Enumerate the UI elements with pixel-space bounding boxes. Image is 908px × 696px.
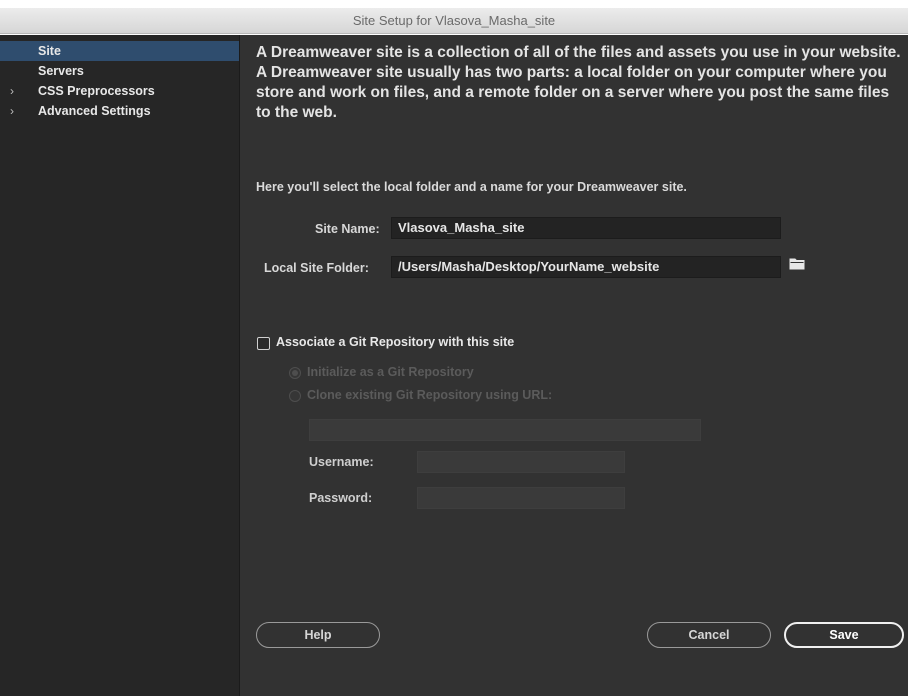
sidebar-item-label: CSS Preprocessors: [38, 84, 155, 98]
sidebar-item-label: Advanced Settings: [38, 104, 151, 118]
chevron-right-icon[interactable]: ›: [10, 81, 14, 101]
sidebar-item-advanced-settings[interactable]: › Advanced Settings: [0, 101, 239, 121]
sidebar: Site Servers › CSS Preprocessors › Advan…: [0, 35, 240, 696]
save-button[interactable]: Save: [784, 622, 904, 648]
site-name-input[interactable]: Vlasova_Masha_site: [391, 217, 781, 239]
cancel-button[interactable]: Cancel: [647, 622, 771, 648]
password-label: Password:: [309, 491, 373, 505]
sidebar-item-label: Site: [38, 44, 61, 58]
sidebar-item-servers[interactable]: Servers: [0, 61, 239, 81]
sidebar-item-label: Servers: [38, 64, 84, 78]
git-url-input[interactable]: [309, 419, 701, 441]
local-folder-input[interactable]: /Users/Masha/Desktop/YourName_website: [391, 256, 781, 278]
sidebar-list: Site Servers › CSS Preprocessors › Advan…: [0, 35, 239, 121]
chevron-right-icon[interactable]: ›: [10, 101, 14, 121]
instruction-text: Here you'll select the local folder and …: [256, 180, 687, 194]
git-checkbox[interactable]: [257, 337, 270, 350]
site-name-label: Site Name:: [315, 222, 380, 236]
username-input[interactable]: [417, 451, 625, 473]
site-setup-dialog: Site Servers › CSS Preprocessors › Advan…: [0, 35, 908, 696]
password-input[interactable]: [417, 487, 625, 509]
sidebar-item-css-preprocessors[interactable]: › CSS Preprocessors: [0, 81, 239, 101]
username-label: Username:: [309, 455, 374, 469]
radio-clone-label: Clone existing Git Repository using URL:: [307, 388, 553, 402]
radio-initialize-label: Initialize as a Git Repository: [307, 365, 474, 379]
folder-icon[interactable]: [789, 257, 805, 270]
main-panel: A Dreamweaver site is a collection of al…: [241, 35, 908, 696]
git-checkbox-label[interactable]: Associate a Git Repository with this sit…: [276, 335, 514, 349]
local-folder-label: Local Site Folder:: [264, 261, 369, 275]
top-chrome-fragment: [0, 0, 908, 8]
sidebar-item-site[interactable]: Site: [0, 41, 239, 61]
radio-initialize-git[interactable]: [289, 367, 301, 379]
help-button[interactable]: Help: [256, 622, 380, 648]
intro-text: A Dreamweaver site is a collection of al…: [256, 44, 901, 121]
radio-clone-git[interactable]: [289, 390, 301, 402]
window-title: Site Setup for Vlasova_Masha_site: [0, 8, 908, 34]
